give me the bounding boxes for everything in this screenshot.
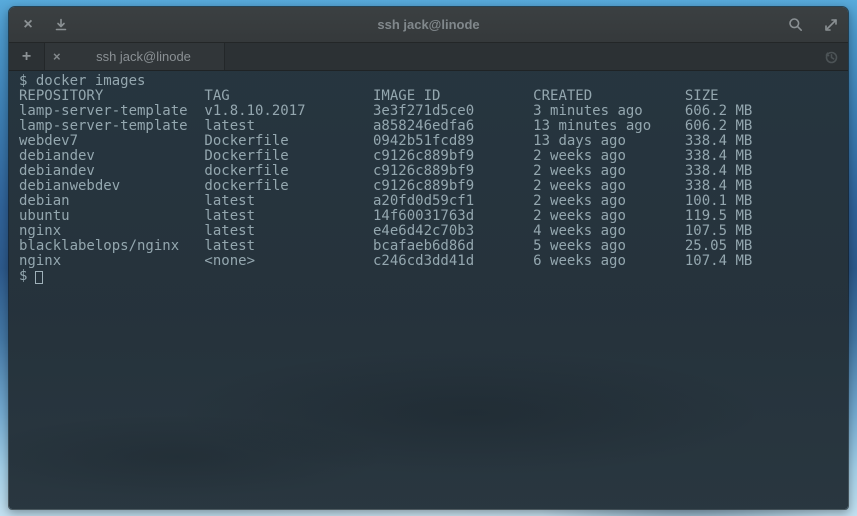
history-button[interactable] [814,43,848,70]
titlebar[interactable]: × ssh jack@linode [9,7,848,43]
download-button[interactable] [50,14,72,36]
history-icon [823,49,839,65]
prompt-symbol: $ [19,269,27,284]
new-tab-button[interactable]: + [9,43,45,70]
terminal-prompt-line: $ [19,269,838,284]
tab-bar: + × ssh jack@linode [9,43,848,71]
tabbar-spacer [225,43,814,70]
close-button[interactable]: × [17,14,39,36]
expand-icon [824,18,838,32]
search-icon [788,17,803,32]
expand-button[interactable] [820,14,842,36]
search-button[interactable] [784,14,806,36]
terminal-cursor [35,271,43,284]
terminal-output: $ docker images REPOSITORY TAG IMAGE ID … [19,74,838,269]
tab-ssh-jack-linode[interactable]: × ssh jack@linode [45,43,225,70]
titlebar-left-controls: × [9,14,72,36]
terminal-pane[interactable]: $ docker images REPOSITORY TAG IMAGE ID … [9,71,848,509]
tab-close-button[interactable]: × [53,49,71,64]
window-title: ssh jack@linode [9,17,848,32]
desktop-wallpaper: { "titlebar": { "title": "ssh jack@linod… [0,0,857,516]
tab-label: ssh jack@linode [71,49,216,64]
terminal-window: × ssh jack@linode [8,6,849,510]
titlebar-right-controls [784,14,848,36]
download-icon [54,18,68,32]
